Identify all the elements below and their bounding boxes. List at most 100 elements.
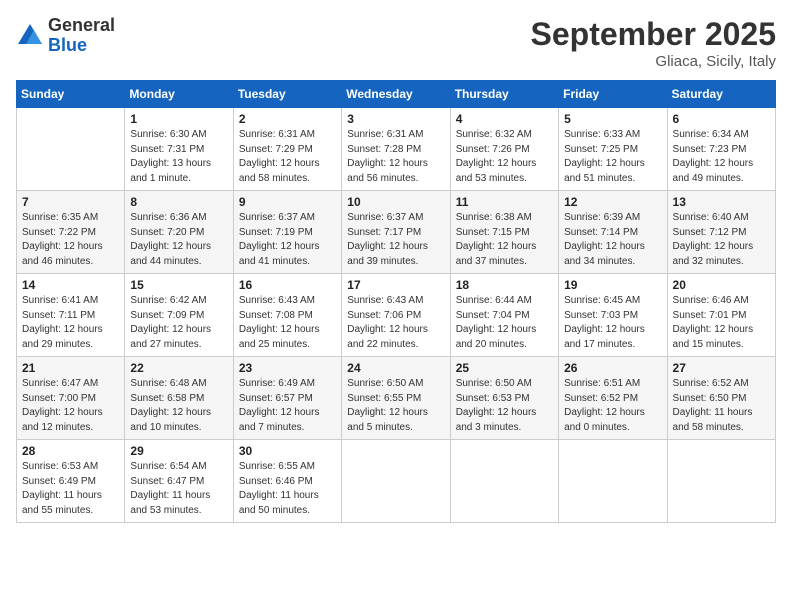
day-info: Sunrise: 6:52 AMSunset: 6:50 PMDaylight:… xyxy=(673,377,770,435)
day-info: Sunrise: 6:41 AMSunset: 7:11 PMDaylight:… xyxy=(22,294,119,352)
logo: General Blue xyxy=(16,16,115,56)
calendar-cell: 24Sunrise: 6:50 AMSunset: 6:55 PMDayligh… xyxy=(342,357,450,440)
day-info: Sunrise: 6:48 AMSunset: 6:58 PMDaylight:… xyxy=(130,377,227,435)
calendar-cell: 23 Sunrise: 6:49 AMSunset: 6:57 PMDayligh… xyxy=(233,357,341,440)
day-number: 23 xyxy=(239,361,336,375)
day-number: 3 xyxy=(347,112,444,126)
day-info: Sunrise: 6:40 AMSunset: 7:12 PMDaylight:… xyxy=(673,211,770,269)
day-number: 15 xyxy=(130,278,227,292)
day-info: Sunrise: 6:37 AMSunset: 7:17 PMDaylight:… xyxy=(347,211,444,269)
calendar-cell: 16Sunrise: 6:43 AMSunset: 7:08 PMDayligh… xyxy=(233,274,341,357)
page-header: General Blue September 2025 Gliaca, Sici… xyxy=(16,16,776,70)
logo-text: General Blue xyxy=(48,16,115,56)
weekday-header: Monday xyxy=(125,81,233,108)
weekday-header: Saturday xyxy=(667,81,775,108)
calendar-cell xyxy=(559,440,667,523)
weekday-header: Friday xyxy=(559,81,667,108)
calendar-week-row: 14 Sunrise: 6:41 AMSunset: 7:11 PMDayligh… xyxy=(17,274,776,357)
day-number: 17 xyxy=(347,278,444,292)
day-info: Sunrise: 6:51 AMSunset: 6:52 PMDaylight:… xyxy=(564,377,661,435)
day-info: Sunrise: 6:55 AMSunset: 6:46 PMDaylight:… xyxy=(239,460,336,518)
logo-icon xyxy=(16,22,44,50)
calendar-week-row: 1Sunrise: 6:30 AMSunset: 7:31 PMDaylight… xyxy=(17,108,776,191)
day-info: Sunrise: 6:34 AMSunset: 7:23 PMDaylight:… xyxy=(673,128,770,186)
weekday-header-row: SundayMondayTuesdayWednesdayThursdayFrid… xyxy=(17,81,776,108)
weekday-header: Sunday xyxy=(17,81,125,108)
day-number: 9 xyxy=(239,195,336,209)
day-info: Sunrise: 6:46 AMSunset: 7:01 PMDaylight:… xyxy=(673,294,770,352)
calendar-cell xyxy=(450,440,558,523)
weekday-header: Thursday xyxy=(450,81,558,108)
day-number: 30 xyxy=(239,444,336,458)
day-info: Sunrise: 6:45 AMSunset: 7:03 PMDaylight:… xyxy=(564,294,661,352)
calendar-cell xyxy=(342,440,450,523)
calendar-week-row: 21 Sunrise: 6:47 AMSunset: 7:00 PMDayligh… xyxy=(17,357,776,440)
day-info: Sunrise: 6:50 AMSunset: 6:55 PMDaylight:… xyxy=(347,377,444,435)
calendar-cell: 6 Sunrise: 6:34 AMSunset: 7:23 PMDaylight… xyxy=(667,108,775,191)
calendar-week-row: 28 Sunrise: 6:53 AMSunset: 6:49 PMDayligh… xyxy=(17,440,776,523)
day-info: Sunrise: 6:49 AMSunset: 6:57 PMDaylight:… xyxy=(239,377,336,435)
day-info: Sunrise: 6:42 AMSunset: 7:09 PMDaylight:… xyxy=(130,294,227,352)
day-info: Sunrise: 6:53 AMSunset: 6:49 PMDaylight:… xyxy=(22,460,119,518)
calendar-cell: 25 Sunrise: 6:50 AMSunset: 6:53 PMDayligh… xyxy=(450,357,558,440)
calendar-cell: 17 Sunrise: 6:43 AMSunset: 7:06 PMDayligh… xyxy=(342,274,450,357)
title-area: September 2025 Gliaca, Sicily, Italy xyxy=(531,16,776,70)
calendar-cell: 19 Sunrise: 6:45 AMSunset: 7:03 PMDayligh… xyxy=(559,274,667,357)
calendar-cell: 18 Sunrise: 6:44 AMSunset: 7:04 PMDayligh… xyxy=(450,274,558,357)
day-number: 19 xyxy=(564,278,661,292)
calendar-cell: 21 Sunrise: 6:47 AMSunset: 7:00 PMDayligh… xyxy=(17,357,125,440)
day-number: 29 xyxy=(130,444,227,458)
day-number: 5 xyxy=(564,112,661,126)
calendar-cell: 11 Sunrise: 6:38 AMSunset: 7:15 PMDayligh… xyxy=(450,191,558,274)
calendar-cell: 2 Sunrise: 6:31 AMSunset: 7:29 PMDaylight… xyxy=(233,108,341,191)
calendar-cell: 1Sunrise: 6:30 AMSunset: 7:31 PMDaylight… xyxy=(125,108,233,191)
calendar-cell: 14 Sunrise: 6:41 AMSunset: 7:11 PMDayligh… xyxy=(17,274,125,357)
day-info: Sunrise: 6:31 AMSunset: 7:29 PMDaylight:… xyxy=(239,128,336,186)
day-info: Sunrise: 6:36 AMSunset: 7:20 PMDaylight:… xyxy=(130,211,227,269)
calendar-cell: 30 Sunrise: 6:55 AMSunset: 6:46 PMDayligh… xyxy=(233,440,341,523)
day-info: Sunrise: 6:54 AMSunset: 6:47 PMDaylight:… xyxy=(130,460,227,518)
day-number: 2 xyxy=(239,112,336,126)
day-number: 27 xyxy=(673,361,770,375)
calendar-cell: 8 Sunrise: 6:36 AMSunset: 7:20 PMDaylight… xyxy=(125,191,233,274)
calendar-cell: 15 Sunrise: 6:42 AMSunset: 7:09 PMDayligh… xyxy=(125,274,233,357)
day-info: Sunrise: 6:38 AMSunset: 7:15 PMDaylight:… xyxy=(456,211,553,269)
calendar-cell: 12Sunrise: 6:39 AMSunset: 7:14 PMDayligh… xyxy=(559,191,667,274)
day-info: Sunrise: 6:43 AMSunset: 7:06 PMDaylight:… xyxy=(347,294,444,352)
day-info: Sunrise: 6:47 AMSunset: 7:00 PMDaylight:… xyxy=(22,377,119,435)
weekday-header: Tuesday xyxy=(233,81,341,108)
day-info: Sunrise: 6:50 AMSunset: 6:53 PMDaylight:… xyxy=(456,377,553,435)
day-info: Sunrise: 6:44 AMSunset: 7:04 PMDaylight:… xyxy=(456,294,553,352)
day-number: 26 xyxy=(564,361,661,375)
calendar-cell xyxy=(17,108,125,191)
calendar-cell: 20 Sunrise: 6:46 AMSunset: 7:01 PMDayligh… xyxy=(667,274,775,357)
calendar-cell: 9Sunrise: 6:37 AMSunset: 7:19 PMDaylight… xyxy=(233,191,341,274)
calendar-cell: 26 Sunrise: 6:51 AMSunset: 6:52 PMDayligh… xyxy=(559,357,667,440)
day-number: 6 xyxy=(673,112,770,126)
calendar-cell: 29 Sunrise: 6:54 AMSunset: 6:47 PMDayligh… xyxy=(125,440,233,523)
day-info: Sunrise: 6:31 AMSunset: 7:28 PMDaylight:… xyxy=(347,128,444,186)
calendar-cell: 5Sunrise: 6:33 AMSunset: 7:25 PMDaylight… xyxy=(559,108,667,191)
day-number: 14 xyxy=(22,278,119,292)
calendar-cell: 27 Sunrise: 6:52 AMSunset: 6:50 PMDayligh… xyxy=(667,357,775,440)
calendar-cell: 10Sunrise: 6:37 AMSunset: 7:17 PMDayligh… xyxy=(342,191,450,274)
day-number: 22 xyxy=(130,361,227,375)
day-number: 11 xyxy=(456,195,553,209)
day-number: 16 xyxy=(239,278,336,292)
day-number: 12 xyxy=(564,195,661,209)
day-number: 18 xyxy=(456,278,553,292)
day-number: 25 xyxy=(456,361,553,375)
calendar-cell xyxy=(667,440,775,523)
calendar-cell: 3 Sunrise: 6:31 AMSunset: 7:28 PMDaylight… xyxy=(342,108,450,191)
calendar-cell: 4Sunrise: 6:32 AMSunset: 7:26 PMDaylight… xyxy=(450,108,558,191)
day-info: Sunrise: 6:30 AMSunset: 7:31 PMDaylight:… xyxy=(130,128,227,186)
calendar-cell: 22 Sunrise: 6:48 AMSunset: 6:58 PMDayligh… xyxy=(125,357,233,440)
calendar-cell: 28 Sunrise: 6:53 AMSunset: 6:49 PMDayligh… xyxy=(17,440,125,523)
day-number: 7 xyxy=(22,195,119,209)
day-number: 8 xyxy=(130,195,227,209)
day-number: 21 xyxy=(22,361,119,375)
day-number: 20 xyxy=(673,278,770,292)
calendar-cell: 7Sunrise: 6:35 AMSunset: 7:22 PMDaylight… xyxy=(17,191,125,274)
day-info: Sunrise: 6:32 AMSunset: 7:26 PMDaylight:… xyxy=(456,128,553,186)
day-number: 28 xyxy=(22,444,119,458)
